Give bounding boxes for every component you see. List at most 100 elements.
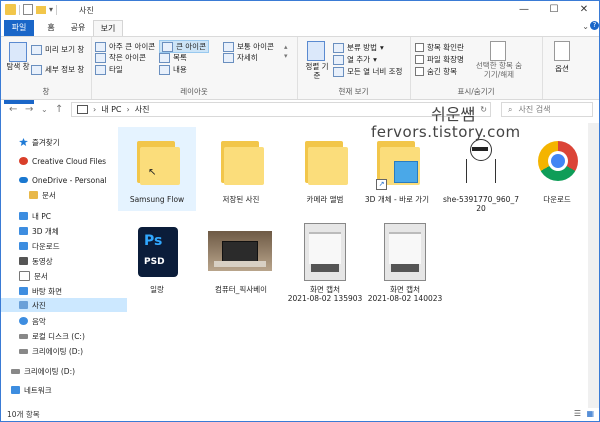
network-icon	[11, 386, 20, 394]
chevron-down-icon: ▾	[379, 43, 384, 52]
search-placeholder: 사진 검색	[518, 105, 551, 114]
file-item-downloads-shortcut[interactable]: 다운로드	[518, 127, 596, 211]
file-name-line2: 2021-08-02 140023	[367, 294, 443, 303]
layout-tiles[interactable]: 타일	[95, 64, 123, 75]
nav-item-videos[interactable]: 동영상	[1, 254, 125, 268]
tab-share[interactable]: 공유	[65, 20, 91, 35]
nav-item-desktop[interactable]: 바탕 화면	[1, 284, 125, 298]
video-icon	[19, 257, 28, 265]
layout-content[interactable]: 내용	[159, 64, 187, 75]
nav-item-quick-access[interactable]: 즐겨찾기	[1, 135, 125, 149]
tab-view[interactable]: 보기	[93, 20, 123, 36]
psd-badge: PSD	[144, 257, 165, 267]
fit-columns-button[interactable]: 모든 열 너비 조정	[333, 66, 402, 77]
nav-label: 로컬 디스크 (C:)	[32, 331, 85, 341]
nav-item-music[interactable]: 음악	[1, 314, 125, 328]
file-name: 화면 캡처 2021-08-02 140023	[366, 285, 444, 303]
file-extension-toggle[interactable]: 파일 확장명	[415, 54, 464, 65]
group-by-button[interactable]: 분류 방법 ▾	[333, 42, 384, 53]
details-pane-button[interactable]: 세부 정보 창	[31, 64, 84, 75]
layout-list[interactable]: 목록	[159, 52, 187, 63]
new-folder-icon[interactable]	[36, 5, 46, 14]
medium-icons-icon	[223, 41, 234, 52]
folder-app-icon	[5, 4, 16, 15]
group-by-label: 분류 방법	[347, 43, 377, 52]
tab-home[interactable]: 홈	[39, 20, 63, 35]
layout-details[interactable]: 자세히	[223, 52, 258, 63]
list-icon	[159, 52, 170, 63]
nav-item-documents[interactable]: 문서	[1, 269, 125, 283]
nav-item-local-disk[interactable]: 로컬 디스크 (C:)	[1, 329, 125, 343]
add-column-button[interactable]: 열 추가 ▾	[333, 54, 377, 65]
navigation-pane-icon[interactable]	[9, 42, 27, 62]
nav-item-drive-d[interactable]: 크리에이팅 (D:)	[1, 344, 125, 358]
address-row: ← → ⌄ ↑ › 내 PC › 사진 ⌄ ↻ ⌕ 사진 검색	[1, 99, 599, 121]
picture-icon	[19, 301, 28, 309]
preview-pane-button[interactable]: 미리 보기 창	[31, 44, 84, 55]
nav-label: 바탕 화면	[32, 286, 62, 296]
file-item-psd[interactable]: Ps PSD 일랑	[118, 217, 196, 301]
details-view-icon[interactable]: ☰	[574, 409, 581, 418]
nav-item-onedrive[interactable]: OneDrive - Personal	[1, 173, 125, 187]
ribbon-collapse-icon[interactable]: ⌄	[582, 22, 589, 31]
file-item-screenshot-1[interactable]: 화면 캡처 2021-08-02 135903	[286, 217, 364, 303]
fit-columns-label: 모든 열 너비 조정	[347, 67, 403, 76]
breadcrumb-pc[interactable]: 내 PC	[101, 104, 121, 115]
minimize-button[interactable]: —	[509, 1, 539, 19]
hide-selected-icon[interactable]	[490, 41, 506, 61]
address-bar[interactable]: › 내 PC › 사진 ⌄ ↻	[71, 102, 491, 117]
ribbon: 탐색 창 미리 보기 창 세부 정보 창 창 아주 큰 아이콘 큰 아이콘 보통…	[1, 36, 599, 100]
sort-button[interactable]: 정렬 기준	[305, 62, 329, 80]
hidden-items-toggle[interactable]: 숨긴 항목	[415, 66, 457, 77]
vertical-scrollbar[interactable]	[588, 123, 599, 408]
nav-label: 음악	[32, 316, 46, 326]
chevron-down-icon: ▾	[373, 55, 377, 64]
nav-item-downloads[interactable]: 다운로드	[1, 239, 125, 253]
ps-badge: Ps	[144, 233, 163, 249]
sort-icon[interactable]	[307, 41, 325, 61]
file-item-saved-pictures[interactable]: 저장된 사진	[202, 127, 280, 211]
options-button[interactable]: 옵션	[542, 63, 582, 74]
file-name: 저장된 사진	[222, 195, 260, 204]
nav-label: 즐겨찾기	[32, 137, 60, 147]
layout-option-label: 아주 큰 아이콘	[109, 42, 156, 51]
drive-icon	[19, 333, 28, 339]
options-icon[interactable]	[554, 41, 570, 61]
up-arrow-icon[interactable]: ↑	[55, 104, 63, 115]
breadcrumb-current[interactable]: 사진	[135, 104, 150, 115]
back-arrow-icon[interactable]: ←	[9, 104, 17, 115]
forward-arrow-icon[interactable]: →	[25, 104, 33, 115]
layout-group-label: 레이아웃	[180, 87, 208, 96]
properties-icon[interactable]	[23, 4, 33, 15]
file-item-camera-roll[interactable]: 카메라 앨범	[286, 127, 364, 211]
show-hide-group: 항목 확인란 파일 확장명 숨긴 항목 선택한 항목 숨기기/해제 표시/숨기기	[410, 37, 543, 99]
nav-item-drive-d-root[interactable]: 크리에이팅 (D:)	[1, 364, 117, 378]
maximize-button[interactable]: ☐	[539, 1, 569, 19]
file-item-screenshot-2[interactable]: 화면 캡처 2021-08-02 140023	[366, 217, 444, 303]
file-name-line2: 2021-08-02 135903	[287, 294, 363, 303]
large-icons-view-icon[interactable]: ▦	[586, 409, 594, 418]
layout-scroll-icon[interactable]: ▴ ▾	[284, 43, 288, 61]
file-item-computer-photo[interactable]: 컴퓨터_픽사베이	[202, 217, 280, 301]
3d-folder-icon: ↗	[372, 133, 422, 190]
file-item-samsung-flow[interactable]: ↖ Samsung Flow	[118, 127, 196, 211]
layout-medium-icons[interactable]: 보통 아이콘	[223, 41, 274, 52]
nav-pane-button[interactable]: 탐색 창	[6, 62, 30, 71]
qa-dropdown-icon[interactable]: ▾	[49, 5, 53, 14]
nav-item-creative-cloud[interactable]: Creative Cloud Files	[1, 154, 125, 168]
search-box[interactable]: ⌕ 사진 검색	[501, 102, 593, 117]
layout-option-label: 큰 아이콘	[176, 42, 206, 51]
details-icon	[223, 52, 234, 63]
item-checkbox-toggle[interactable]: 항목 확인란	[415, 42, 464, 53]
extra-large-icons-icon	[95, 41, 106, 52]
recent-chevron-icon[interactable]: ⌄	[41, 105, 48, 114]
layout-small-icons[interactable]: 작은 아이콘	[95, 52, 146, 63]
layout-extra-large-icons[interactable]: 아주 큰 아이콘	[95, 41, 155, 52]
help-icon[interactable]: ?	[590, 21, 599, 30]
nav-item-3d-objects[interactable]: 3D 개체	[1, 224, 125, 238]
hide-selected-button[interactable]: 선택한 항목 숨기기/해제	[474, 61, 524, 79]
nav-item-this-pc[interactable]: 내 PC	[1, 209, 125, 223]
nav-item-network[interactable]: 네트워크	[1, 383, 117, 397]
close-button[interactable]: ✕	[569, 1, 599, 19]
refresh-icon[interactable]: ↻	[480, 105, 487, 114]
